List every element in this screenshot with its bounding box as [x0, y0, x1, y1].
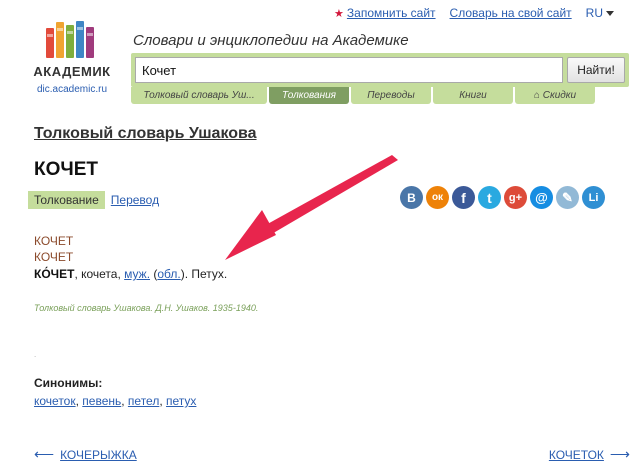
- language-selector[interactable]: RU: [586, 6, 614, 20]
- synonym-link[interactable]: петел: [128, 394, 159, 408]
- livejournal-icon[interactable]: ✎: [556, 186, 579, 209]
- social-share-bar: В ок f t g+ @ ✎ Li: [400, 186, 605, 209]
- logo-url: dic.academic.ru: [36, 84, 108, 95]
- page-title: КОЧЕТ: [34, 159, 99, 180]
- translation-link[interactable]: Перевод: [111, 193, 159, 207]
- dictionary-for-site-link[interactable]: Словарь на свой сайт: [450, 6, 572, 20]
- language-label: RU: [585, 6, 603, 20]
- vk-icon[interactable]: В: [400, 186, 423, 209]
- search-button[interactable]: Найти!: [567, 57, 625, 83]
- top-links: ★ Запомнить сайт Словарь на свой сайт RU: [334, 6, 614, 20]
- odnoklassniki-icon[interactable]: ок: [426, 186, 449, 209]
- entry-subnav: Толкование Перевод: [28, 191, 159, 209]
- source-citation: Толковый словарь Ушакова. Д.Н. Ушаков. 1…: [34, 303, 259, 313]
- entry-form: , кочета,: [74, 267, 125, 281]
- region-abbr-link[interactable]: обл.: [157, 267, 180, 281]
- synonym-link[interactable]: кочеток: [34, 394, 76, 408]
- facebook-icon[interactable]: f: [452, 186, 475, 209]
- synonyms-heading: Синонимы:: [34, 376, 103, 390]
- google-plus-icon[interactable]: g+: [504, 186, 527, 209]
- synonym-link[interactable]: певень: [82, 394, 121, 408]
- next-entry-nav[interactable]: КОЧЕТОК ⟶: [549, 446, 630, 463]
- site-tagline: Словари и энциклопедии на Академике: [133, 32, 409, 49]
- books-logo-icon: [28, 20, 112, 58]
- twitter-icon[interactable]: t: [478, 186, 501, 209]
- synonym-link[interactable]: петух: [166, 394, 196, 408]
- search-bar: Найти!: [131, 53, 629, 87]
- search-input[interactable]: [135, 57, 563, 83]
- star-icon: ★: [334, 8, 344, 20]
- arrow-right-icon: ⟶: [609, 446, 630, 462]
- next-entry-link[interactable]: КОЧЕТОК: [549, 448, 604, 462]
- tab-translations[interactable]: Переводы: [351, 87, 431, 104]
- site-logo[interactable]: АКАДЕМИК dic.academic.ru: [32, 20, 112, 95]
- tab-definition-active[interactable]: Толкование: [28, 191, 105, 209]
- gender-abbr-link[interactable]: муж.: [124, 267, 150, 281]
- dictionary-title-link[interactable]: Толковый словарь Ушакова: [34, 125, 257, 143]
- logo-name: АКАДЕМИК: [33, 64, 111, 79]
- mail-icon[interactable]: @: [530, 186, 553, 209]
- liveinternet-icon[interactable]: Li: [582, 186, 605, 209]
- prev-entry-nav[interactable]: ⟵ КОЧЕРЫЖКА: [34, 446, 137, 463]
- chevron-down-icon: [606, 10, 614, 16]
- entry-heading: КОЧЕТ: [34, 250, 74, 264]
- tab-ushakov-dictionary[interactable]: Толковый словарь Уш...: [131, 87, 267, 104]
- entry-definition: КО́ЧЕТ, кочета, муж. (обл.). Петух.: [34, 267, 227, 281]
- tab-discounts[interactable]: ⌂ Скидки: [515, 87, 595, 104]
- entry-heading: КОЧЕТ: [34, 234, 74, 248]
- discount-tag-icon: ⌂: [533, 90, 540, 101]
- tab-discounts-label: Скидки: [542, 90, 577, 101]
- tab-books[interactable]: Книги: [433, 87, 513, 104]
- prev-entry-link[interactable]: КОЧЕРЫЖКА: [60, 448, 137, 462]
- divider-dot: .: [34, 350, 37, 359]
- entry-meaning: ). Петух.: [180, 267, 228, 281]
- remember-site-link[interactable]: Запомнить сайт: [347, 6, 436, 20]
- synonyms-list: кочеток, певень, петел, петух: [34, 394, 197, 408]
- tab-definitions[interactable]: Толкования: [269, 87, 349, 104]
- arrow-left-icon: ⟵: [34, 446, 55, 462]
- search-tabs: Толковый словарь Уш... Толкования Перево…: [131, 87, 595, 104]
- entry-headword: КО́ЧЕТ: [34, 267, 75, 281]
- remember-site[interactable]: ★ Запомнить сайт: [334, 6, 436, 20]
